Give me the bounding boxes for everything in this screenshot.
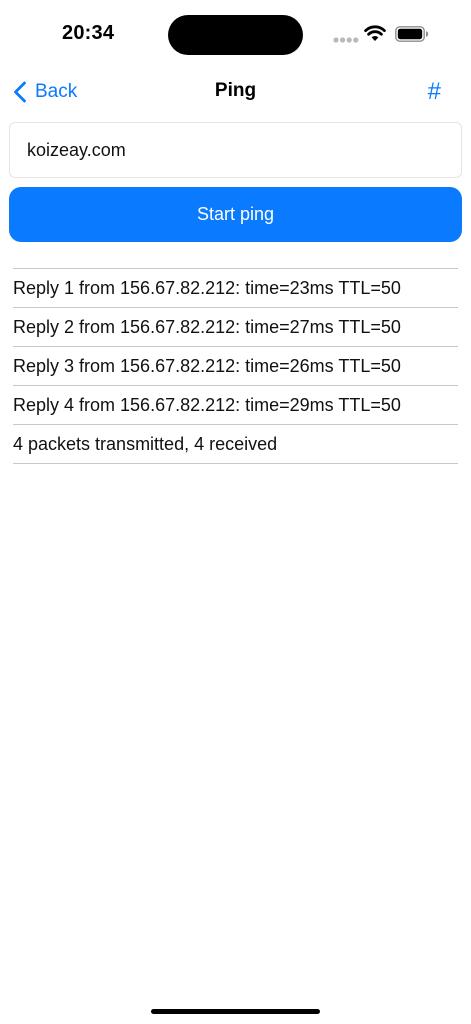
ping-screen: 20:34 Back Ping # Star	[0, 0, 471, 1024]
signal-dots-icon	[333, 37, 359, 43]
page-title: Ping	[214, 80, 257, 101]
start-ping-button[interactable]: Start ping	[9, 187, 462, 242]
status-bar: 20:34	[0, 0, 471, 70]
result-row: Reply 1 from 156.67.82.212: time=23ms TT…	[13, 269, 458, 308]
result-summary-row: 4 packets transmitted, 4 received	[13, 425, 458, 464]
result-row: Reply 3 from 156.67.82.212: time=26ms TT…	[13, 347, 458, 386]
result-row: Reply 2 from 156.67.82.212: time=27ms TT…	[13, 308, 458, 347]
wifi-icon	[364, 25, 386, 41]
status-time: 20:34	[62, 22, 115, 44]
result-row: Reply 4 from 156.67.82.212: time=29ms TT…	[13, 386, 458, 425]
dynamic-island	[168, 15, 303, 55]
ping-results-list: Reply 1 from 156.67.82.212: time=23ms TT…	[13, 268, 458, 464]
battery-icon	[395, 26, 429, 42]
navigation-bar: Back Ping #	[0, 70, 471, 114]
host-input[interactable]	[9, 122, 462, 178]
home-indicator[interactable]	[151, 1009, 320, 1014]
hash-button[interactable]: #	[428, 76, 441, 108]
